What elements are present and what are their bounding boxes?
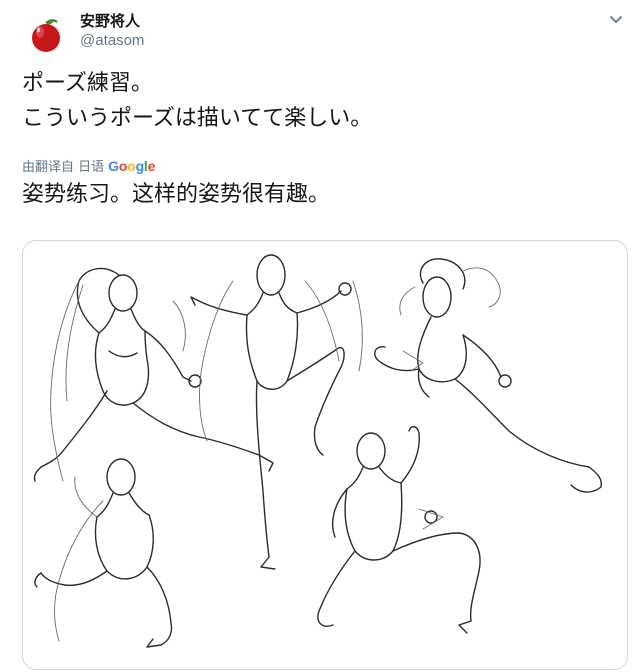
pose-sketch-image [33,254,603,648]
tweet-line-2: こういうポーズは描いてて楽しい。 [22,106,373,131]
google-logo-letter: o [118,157,128,174]
google-logo-letter: o [127,157,136,174]
sketch-figure-2 [190,254,363,570]
google-logo-letter: g [135,157,145,174]
tweet-line-1: ポーズ練習。 [22,71,153,96]
translation-label: 由翻译自 日语 [22,160,105,175]
translation-attribution[interactable]: 由翻译自 日语 Google [22,156,155,176]
sketch-figure-4 [34,458,173,648]
media-image[interactable] [22,240,628,670]
google-logo-letter: e [147,157,156,174]
avatar[interactable] [24,12,68,56]
user-handle[interactable]: @atasom [80,32,144,49]
display-name[interactable]: 安野将人 [80,10,140,31]
sketch-figure-3 [374,258,603,493]
sketch-figure-1 [33,267,274,482]
google-logo: Google [108,158,155,174]
tweet-text: ポーズ練習。 こういうポーズは描いてて楽しい。 [22,66,372,136]
translated-text: 姿势练习。这样的姿势很有趣。 [22,182,331,207]
apple-avatar-icon [32,19,60,52]
sketch-figure-5 [317,426,481,634]
more-chevron-down-icon[interactable] [604,8,628,32]
google-logo-letter: G [108,157,119,174]
